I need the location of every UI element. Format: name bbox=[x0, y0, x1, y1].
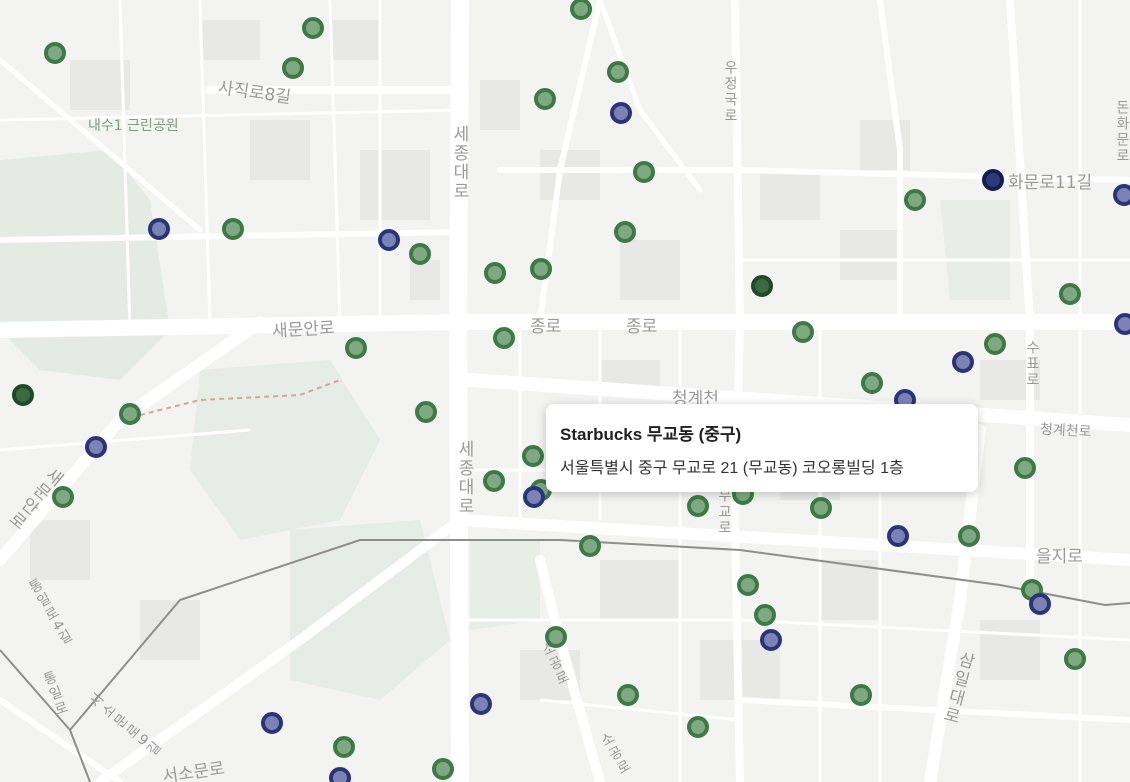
store-marker[interactable] bbox=[85, 436, 107, 458]
store-marker[interactable] bbox=[792, 321, 814, 343]
store-marker[interactable] bbox=[607, 61, 629, 83]
store-marker[interactable] bbox=[493, 327, 515, 349]
street-label: 새문안로 bbox=[271, 318, 336, 342]
store-marker[interactable] bbox=[1113, 184, 1130, 206]
street-label: 수표로 bbox=[1024, 340, 1040, 388]
store-marker[interactable] bbox=[1029, 593, 1051, 615]
store-marker[interactable] bbox=[282, 57, 304, 79]
store-marker[interactable] bbox=[329, 767, 351, 782]
store-marker[interactable] bbox=[904, 189, 926, 211]
store-marker[interactable] bbox=[687, 495, 709, 517]
store-marker[interactable] bbox=[432, 758, 454, 780]
store-marker[interactable] bbox=[483, 470, 505, 492]
store-marker[interactable] bbox=[633, 161, 655, 183]
street-label: 종로 bbox=[530, 317, 562, 337]
popup-title: Starbucks 무교동 (중구) bbox=[560, 425, 742, 444]
store-marker[interactable] bbox=[530, 258, 552, 280]
store-marker[interactable] bbox=[261, 712, 283, 734]
store-marker[interactable] bbox=[737, 574, 759, 596]
store-marker[interactable] bbox=[484, 262, 506, 284]
store-marker[interactable] bbox=[850, 684, 872, 706]
street-label: 세종대로 bbox=[454, 440, 474, 516]
map-canvas[interactable]: 사직로8길 내수1 근린공원 세종대로 우정국로 화문로11길 돈화문로 새문안… bbox=[0, 0, 1130, 782]
store-marker[interactable] bbox=[958, 525, 980, 547]
store-marker[interactable] bbox=[579, 535, 601, 557]
street-label: 종로 bbox=[626, 317, 658, 337]
store-marker[interactable] bbox=[44, 42, 66, 64]
store-marker[interactable] bbox=[1064, 648, 1086, 670]
store-marker[interactable] bbox=[751, 275, 773, 297]
street-label: 우정국로 bbox=[722, 60, 738, 124]
store-marker[interactable] bbox=[754, 604, 776, 626]
store-marker[interactable] bbox=[614, 221, 636, 243]
store-marker[interactable] bbox=[52, 486, 74, 508]
store-marker[interactable] bbox=[302, 17, 324, 39]
store-marker[interactable] bbox=[1014, 457, 1036, 479]
store-marker[interactable] bbox=[12, 384, 34, 406]
store-marker[interactable] bbox=[119, 403, 141, 425]
park-label: 내수1 근린공원 bbox=[88, 118, 179, 134]
store-marker[interactable] bbox=[545, 626, 567, 648]
store-marker[interactable] bbox=[522, 445, 544, 467]
street-label: 돈화문로 bbox=[1114, 100, 1130, 164]
store-marker[interactable] bbox=[1059, 283, 1081, 305]
store-marker[interactable] bbox=[409, 243, 431, 265]
store-info-popup[interactable]: Starbucks 무교동 (중구) 서울특별시 중구 무교로 21 (무교동)… bbox=[546, 404, 978, 492]
store-marker[interactable] bbox=[887, 525, 909, 547]
street-label: 화문로11길 bbox=[1008, 173, 1093, 193]
popup-address: 서울특별시 중구 무교로 21 (무교동) 코오롱빌딩 1층 bbox=[560, 460, 904, 477]
store-marker[interactable] bbox=[610, 102, 632, 124]
street-label: 무교로 bbox=[716, 488, 732, 536]
street-label: 세종대로 bbox=[449, 125, 469, 201]
store-marker[interactable] bbox=[982, 169, 1004, 191]
store-marker[interactable] bbox=[861, 372, 883, 394]
street-label: 을지로 bbox=[1036, 547, 1083, 567]
store-marker[interactable] bbox=[534, 88, 556, 110]
store-marker[interactable] bbox=[760, 629, 782, 651]
store-marker[interactable] bbox=[617, 684, 639, 706]
store-marker[interactable] bbox=[810, 497, 832, 519]
store-marker[interactable] bbox=[345, 337, 367, 359]
store-marker[interactable] bbox=[1114, 313, 1130, 335]
store-marker[interactable] bbox=[952, 351, 974, 373]
store-marker[interactable] bbox=[470, 693, 492, 715]
store-marker[interactable] bbox=[687, 716, 709, 738]
store-marker[interactable] bbox=[222, 218, 244, 240]
store-marker[interactable] bbox=[984, 333, 1006, 355]
street-label: 청계천로 bbox=[1039, 421, 1092, 441]
store-marker[interactable] bbox=[378, 229, 400, 251]
store-marker[interactable] bbox=[333, 736, 355, 758]
store-marker[interactable] bbox=[415, 401, 437, 423]
store-marker[interactable] bbox=[148, 218, 170, 240]
store-marker-selected[interactable] bbox=[523, 486, 545, 508]
